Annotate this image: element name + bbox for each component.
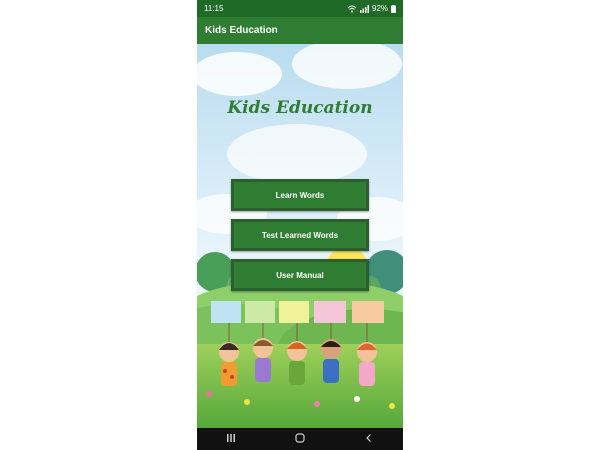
learn-words-label: Learn Words: [275, 190, 325, 200]
battery-icon: [391, 4, 396, 13]
status-icons: 92%: [347, 4, 396, 13]
back-button[interactable]: [354, 433, 384, 446]
test-learned-words-label: Test Learned Words: [261, 230, 339, 240]
user-manual-label: User Manual: [276, 270, 324, 280]
test-learned-words-button[interactable]: Test Learned Words: [231, 219, 369, 251]
back-icon: [365, 433, 371, 442]
home-button[interactable]: [285, 432, 315, 446]
app-bar: Kids Education: [197, 17, 403, 44]
status-time: 11:15: [204, 4, 224, 13]
navigation-bar: [197, 428, 403, 450]
main-content: Kids Education Learn Words Test Learned …: [197, 44, 403, 428]
recents-icon: [227, 433, 236, 442]
page-heading: Kids Education: [227, 98, 373, 118]
battery-percent: 92%: [371, 4, 388, 13]
app-bar-title: Kids Education: [205, 25, 278, 36]
home-icon: [295, 432, 305, 443]
wifi-icon: [347, 5, 357, 12]
signal-icon: [359, 4, 369, 13]
phone-screen: 11:15 92% Kids Education Kids Education …: [197, 0, 403, 450]
status-bar: 11:15 92%: [197, 0, 403, 17]
learn-words-button[interactable]: Learn Words: [231, 179, 369, 211]
user-manual-button[interactable]: User Manual: [231, 259, 369, 291]
recents-button[interactable]: [216, 433, 246, 446]
